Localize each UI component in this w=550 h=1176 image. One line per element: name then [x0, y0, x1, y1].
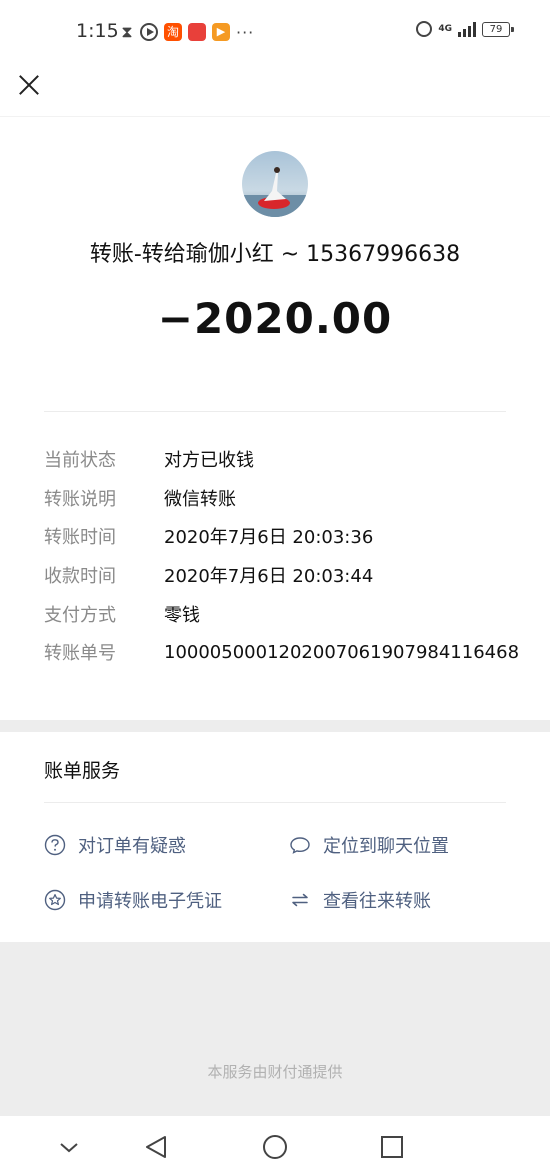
- nav-home-icon[interactable]: [260, 1132, 290, 1162]
- more-notifications-icon: ···: [236, 22, 255, 42]
- status-bar: 1:15 ⧗ 淘 ▶ ··· 4G 79: [0, 0, 550, 64]
- service-label: 对订单有疑惑: [78, 836, 186, 857]
- service-view-transfers[interactable]: 查看往来转账: [289, 887, 431, 913]
- service-label: 申请转账电子凭证: [78, 891, 222, 912]
- video-app-icon: ▶: [212, 23, 230, 41]
- battery-icon: 79: [482, 21, 514, 37]
- detail-label: 支付方式: [44, 604, 116, 626]
- detail-label: 当前状态: [44, 450, 116, 472]
- detail-label: 转账时间: [44, 527, 116, 549]
- detail-value: 零钱: [164, 604, 200, 626]
- transfer-amount: −2020.00: [157, 294, 393, 343]
- section-gap: [0, 720, 550, 732]
- transfer-details: 当前状态 对方已收钱 转账说明 微信转账 转账时间 2020年7月6日 20:0…: [44, 440, 524, 672]
- detail-row-order-number: 转账单号 1000050001202007061907984116468: [44, 633, 524, 672]
- detail-label: 收款时间: [44, 566, 116, 588]
- footer: 本服务由财付通提供: [0, 942, 550, 1116]
- video-play-icon: [140, 23, 158, 41]
- service-request-certificate[interactable]: 申请转账电子凭证: [44, 887, 222, 913]
- detail-row-transfer-time: 转账时间 2020年7月6日 20:03:36: [44, 517, 524, 556]
- detail-label: 转账说明: [44, 488, 116, 510]
- service-locate-chat[interactable]: 定位到聊天位置: [289, 832, 449, 858]
- transfer-title: 转账-转给瑜伽小红 ~ 15367996638: [89, 242, 461, 267]
- network-type: 4G: [438, 23, 452, 34]
- swap-arrows-icon: [289, 889, 311, 911]
- question-icon: [44, 834, 66, 856]
- services-title: 账单服务: [44, 760, 121, 782]
- divider: [44, 411, 506, 412]
- status-system-icons: 4G 79: [416, 21, 514, 37]
- close-icon[interactable]: [16, 72, 42, 98]
- header-divider: [0, 116, 550, 117]
- status-notification-icons: ⧗ 淘 ▶ ···: [120, 21, 254, 43]
- detail-label: 转账单号: [44, 643, 116, 665]
- detail-value[interactable]: 1000050001202007061907984116468: [164, 642, 519, 663]
- nav-back-icon[interactable]: [142, 1132, 172, 1162]
- nav-recents-icon[interactable]: [377, 1132, 407, 1162]
- detail-value: 2020年7月6日 20:03:36: [164, 527, 374, 549]
- signal-icon: [458, 21, 476, 37]
- system-nav-bar: [0, 1116, 550, 1176]
- alarm-icon: [416, 21, 433, 37]
- detail-value: 微信转账: [164, 488, 236, 510]
- status-time: 1:15: [76, 20, 119, 42]
- detail-value: 对方已收钱: [164, 450, 254, 472]
- taobao-app-icon: 淘: [164, 23, 182, 41]
- avatar: [242, 151, 308, 217]
- service-label: 查看往来转账: [323, 891, 431, 912]
- chat-bubble-icon: [289, 834, 311, 856]
- divider: [44, 802, 506, 803]
- detail-value: 2020年7月6日 20:03:44: [164, 566, 374, 588]
- nav-collapse-icon[interactable]: [54, 1132, 84, 1162]
- avatar-image: [242, 151, 308, 217]
- detail-row-receive-time: 收款时间 2020年7月6日 20:03:44: [44, 556, 524, 595]
- service-order-question[interactable]: 对订单有疑惑: [44, 832, 186, 858]
- star-badge-icon: [44, 889, 66, 911]
- detail-row-description: 转账说明 微信转账: [44, 479, 524, 518]
- footer-provider-text: 本服务由财付通提供: [207, 1063, 343, 1081]
- detail-row-payment-method: 支付方式 零钱: [44, 594, 524, 633]
- detail-row-status: 当前状态 对方已收钱: [44, 440, 524, 479]
- app-notification-icon: [188, 23, 206, 41]
- hourglass-icon: ⧗: [121, 22, 133, 41]
- service-label: 定位到聊天位置: [323, 836, 449, 857]
